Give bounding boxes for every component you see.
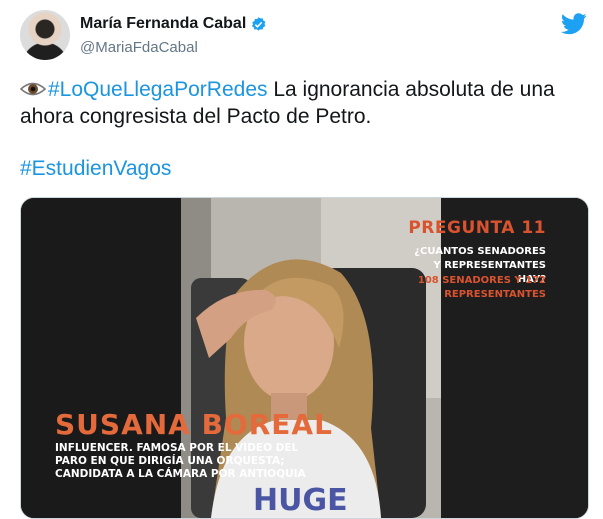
svg-text:HUGE: HUGE bbox=[253, 483, 348, 518]
hashtag-loquellegaporredes[interactable]: #LoQueLlegaPorRedes bbox=[48, 78, 268, 101]
author-name[interactable]: María Fernanda Cabal bbox=[80, 15, 246, 33]
question-title: PREGUNTA 11 bbox=[408, 218, 546, 238]
twitter-bird-icon[interactable] bbox=[561, 13, 587, 35]
verified-badge-icon bbox=[251, 16, 266, 31]
video-thumbnail[interactable]: HUGE PREGUNTA 11 ¿CUANTOS SENADORES Y RE… bbox=[20, 197, 589, 519]
hashtag-estudienvagos[interactable]: #EstudienVagos bbox=[20, 157, 171, 181]
avatar[interactable] bbox=[20, 10, 70, 60]
author-handle[interactable]: @MariaFdaCabal bbox=[80, 39, 198, 56]
answer-text: 108 SENADORES Y 172 REPRESENTANTES bbox=[417, 275, 546, 300]
tweet-card: María Fernanda Cabal @MariaFdaCabal #LoQ… bbox=[0, 0, 603, 519]
eye-icon bbox=[20, 82, 46, 96]
tweet-text: #LoQueLlegaPorRedes La ignorancia absolu… bbox=[20, 76, 585, 130]
person-name: SUSANA BOREAL bbox=[55, 408, 333, 441]
author-name-row[interactable]: María Fernanda Cabal bbox=[80, 15, 267, 33]
person-description: INFLUENCER. FAMOSA POR EL VIDEO DEL PARO… bbox=[55, 442, 306, 480]
